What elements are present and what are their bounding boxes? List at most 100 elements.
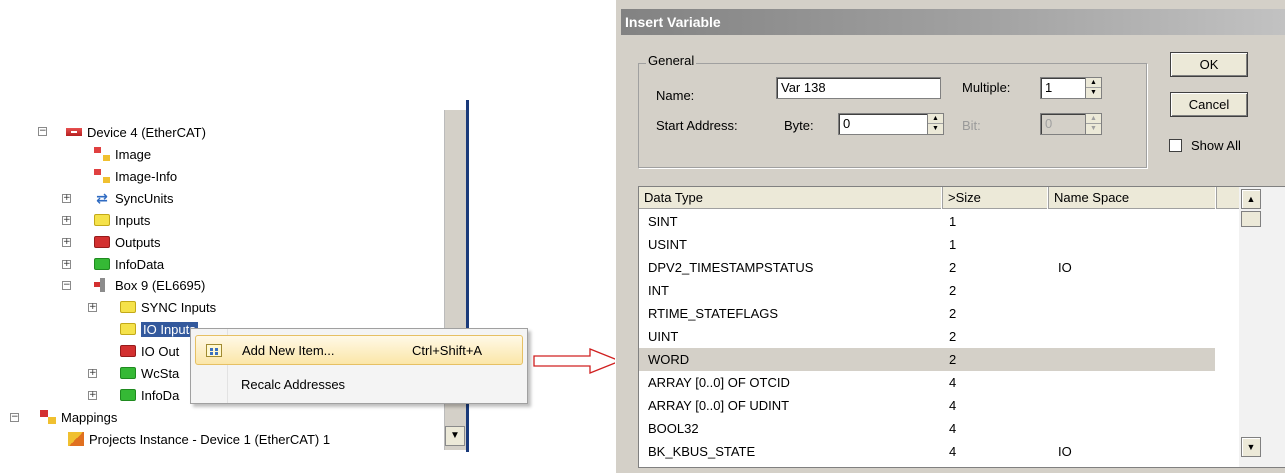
tree-item-image-info[interactable]: Image-Info [94, 166, 177, 186]
start-address-label: Start Address: [656, 118, 738, 133]
tree-label: Box 9 (EL6695) [115, 277, 206, 293]
list-row[interactable]: ARRAY [0..0] OF UDINT 4 [639, 394, 1215, 417]
cell-data-type: RTIME_STATEFLAGS [648, 306, 779, 321]
expand-sync-inputs-toggle[interactable]: + [88, 303, 97, 312]
list-row[interactable]: INT 2 [639, 279, 1215, 302]
sync-icon: ⇄ [96, 190, 108, 206]
multiple-label: Multiple: [962, 80, 1011, 95]
tree-item-infodata[interactable]: InfoData [94, 254, 164, 274]
cell-size: 1 [949, 214, 957, 229]
image-info-icon [94, 169, 110, 183]
mapping-link-icon [68, 432, 84, 446]
collapse-device4-toggle[interactable]: − [38, 127, 47, 136]
mappings-icon [40, 410, 56, 424]
byte-input[interactable]: 0 [838, 113, 928, 135]
general-groupbox-title: General [646, 53, 697, 68]
tree-label: SYNC Inputs [141, 299, 217, 315]
tree-item-image[interactable]: Image [94, 144, 151, 164]
scroll-up-arrow-icon[interactable]: ▲ [1241, 189, 1261, 209]
byte-spinner[interactable]: ▲ ▼ [927, 113, 944, 135]
spin-up-icon: ▲ [1086, 114, 1101, 124]
cell-size: 2 [949, 352, 957, 367]
cancel-button[interactable]: Cancel [1170, 92, 1248, 117]
spin-up-icon[interactable]: ▲ [928, 114, 943, 124]
tree-label: WcSta [141, 365, 180, 381]
image-icon [94, 147, 110, 161]
spin-down-icon: ▼ [1090, 125, 1097, 132]
tree-item-syncunits[interactable]: ⇄ SyncUnits [94, 188, 174, 208]
list-row[interactable]: BOOL32 4 [639, 417, 1215, 440]
cell-data-type: WORD [648, 352, 690, 367]
expand-inputs-toggle[interactable]: + [62, 216, 71, 225]
ok-button[interactable]: OK [1170, 52, 1248, 77]
list-row[interactable]: USINT 1 [639, 233, 1215, 256]
column-header-data-type[interactable]: Data Type [639, 187, 943, 209]
tree-label: InfoData [115, 256, 165, 272]
tree-item-wcstate[interactable]: WcSta [120, 363, 179, 383]
list-rows: SINT 1 USINT 1 DPV2_TIMESTAMPSTATUS 2 IO INT 2 RT… [639, 210, 1215, 463]
cell-data-type: SINT [648, 214, 678, 229]
terminal-box-icon [94, 278, 110, 292]
list-row[interactable]: DPV2_TIMESTAMPSTATUS 2 IO [639, 256, 1215, 279]
column-header-size[interactable]: >Size [943, 187, 1049, 209]
dialog-title: Insert Variable [621, 9, 1285, 35]
tree-item-box9[interactable]: Box 9 (EL6695) [94, 275, 205, 295]
add-item-icon [206, 344, 222, 357]
list-row[interactable]: SINT 1 [639, 210, 1215, 233]
spin-up-icon[interactable]: ▲ [1086, 78, 1101, 88]
expand-outputs-toggle[interactable]: + [62, 238, 71, 247]
tree-label: Projects Instance - Device 1 (EtherCAT) … [89, 431, 331, 447]
expand-syncunits-toggle[interactable]: + [62, 194, 71, 203]
multiple-input[interactable]: 1 [1040, 77, 1086, 99]
tree-item-infodata2[interactable]: InfoDa [120, 385, 179, 405]
collapse-mappings-toggle[interactable]: − [10, 413, 19, 422]
spin-down-icon[interactable]: ▼ [1086, 88, 1101, 98]
tree-item-mappings[interactable]: Mappings [40, 407, 117, 427]
cell-data-type: BK_KBUS_STATE [648, 444, 756, 459]
data-type-list[interactable]: Data Type >Size Name Space SINT 1 USINT 1 DP… [638, 186, 1285, 468]
tree-item-outputs[interactable]: Outputs [94, 232, 161, 252]
name-input[interactable]: Var 138 [776, 77, 941, 99]
cell-data-type: UINT [648, 329, 679, 344]
cell-size: 2 [949, 306, 957, 321]
tree-label: SyncUnits [115, 190, 174, 206]
cell-data-type: INT [648, 283, 669, 298]
list-row[interactable]: WORD 2 [639, 348, 1215, 371]
tree-item-io-inputs[interactable]: IO Inputs [120, 319, 198, 339]
cell-size: 2 [949, 329, 957, 344]
bit-label: Bit: [962, 118, 981, 133]
list-row[interactable]: RTIME_STATEFLAGS 2 [639, 302, 1215, 325]
tree-item-sync-inputs[interactable]: SYNC Inputs [120, 297, 216, 317]
list-row[interactable]: BK_KBUS_STATE 4 IO [639, 440, 1215, 463]
list-row[interactable]: ARRAY [0..0] OF OTCID 4 [639, 371, 1215, 394]
spin-down-icon[interactable]: ▼ [928, 124, 943, 134]
list-vertical-scrollbar[interactable]: ▲ ▼ [1239, 187, 1285, 467]
column-header-name-space[interactable]: Name Space [1049, 187, 1217, 209]
context-menu: Add New Item... Ctrl+Shift+A Recalc Addr… [190, 328, 528, 404]
inputs-icon [94, 214, 110, 226]
multiple-spinner[interactable]: ▲ ▼ [1085, 77, 1102, 99]
show-all-checkbox[interactable] [1169, 139, 1182, 152]
expand-infodata-toggle[interactable]: + [62, 260, 71, 269]
scroll-down-arrow-icon[interactable]: ▼ [1241, 437, 1261, 457]
cell-size: 1 [949, 237, 957, 252]
tree-item-io-outputs[interactable]: IO Out [120, 341, 179, 361]
tree-item-inputs[interactable]: Inputs [94, 210, 150, 230]
scrollbar-thumb[interactable] [1241, 211, 1261, 227]
expand-wcstate-toggle[interactable]: + [88, 369, 97, 378]
sync-inputs-icon [120, 301, 136, 313]
wcstate-icon [120, 367, 136, 379]
scroll-down-arrow-icon[interactable]: ▼ [445, 426, 465, 446]
menu-item-add-new-item[interactable]: Add New Item... Ctrl+Shift+A [195, 335, 523, 365]
tree-item-projects-instance[interactable]: Projects Instance - Device 1 (EtherCAT) … [68, 429, 330, 449]
tree-item-device4[interactable]: Device 4 (EtherCAT) [66, 122, 206, 142]
cell-data-type: ARRAY [0..0] OF UDINT [648, 398, 790, 413]
menu-item-recalc-addresses[interactable]: Recalc Addresses [195, 369, 523, 399]
io-inputs-icon [120, 323, 136, 335]
menu-item-label: Add New Item... [242, 342, 335, 358]
list-row[interactable]: UINT 2 [639, 325, 1215, 348]
right-arrow-icon [533, 348, 622, 374]
cell-data-type: ARRAY [0..0] OF OTCID [648, 375, 790, 390]
expand-infodata2-toggle[interactable]: + [88, 391, 97, 400]
collapse-box9-toggle[interactable]: − [62, 281, 71, 290]
